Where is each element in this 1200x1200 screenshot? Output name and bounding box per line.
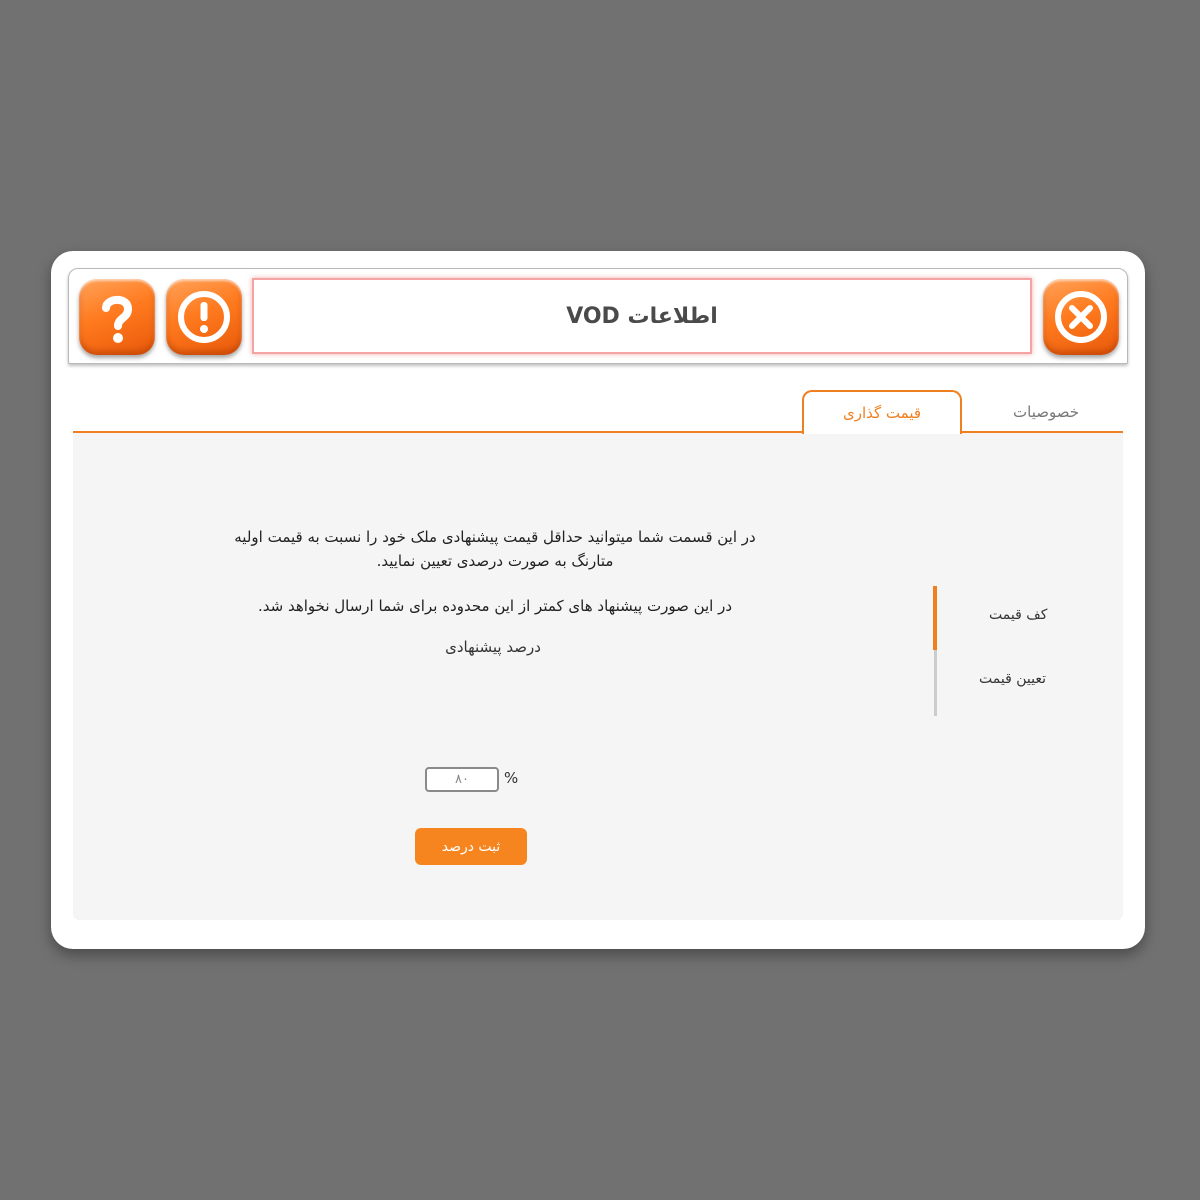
side-menu-active-indicator (933, 586, 937, 650)
submit-percent-button[interactable]: ثبت درصد (415, 828, 527, 865)
percent-label: درصد پیشنهادی (445, 638, 541, 656)
info-button[interactable] (166, 279, 242, 355)
window-title: اطلاعات VOD (252, 278, 1032, 354)
percent-sign: % (504, 769, 519, 787)
description-line-2: متارنگ به صورت درصدی تعیین نمایید. (376, 552, 614, 570)
exclamation-icon (178, 291, 230, 343)
question-mark-icon (102, 295, 133, 343)
close-button[interactable] (1043, 279, 1119, 355)
pricing-note: در این صورت پیشنهاد های کمتر از این محدو… (257, 597, 733, 615)
pricing-panel: در این قسمت شما میتوانید حداقل قیمت پیشن… (73, 433, 1123, 920)
side-item-set-price[interactable]: تعیین قیمت (979, 671, 1046, 687)
tab-pricing[interactable]: قیمت گذاری (802, 390, 962, 434)
side-menu-track (933, 586, 937, 716)
side-item-price-floor[interactable]: کف قیمت (989, 607, 1047, 623)
tab-properties[interactable]: خصوصیات (991, 390, 1101, 433)
description-line-1: در این قسمت شما میتوانید حداقل قیمت پیشن… (234, 528, 756, 546)
help-button[interactable] (79, 279, 155, 355)
title-bar: اطلاعات VOD (68, 268, 1128, 364)
pricing-description: در این قسمت شما میتوانید حداقل قیمت پیشن… (175, 525, 815, 573)
vod-info-window: اطلاعات VOD قیمت گذاری خصوصیات در این قس… (51, 251, 1145, 949)
close-icon (1055, 291, 1107, 343)
percent-input[interactable] (425, 767, 499, 792)
